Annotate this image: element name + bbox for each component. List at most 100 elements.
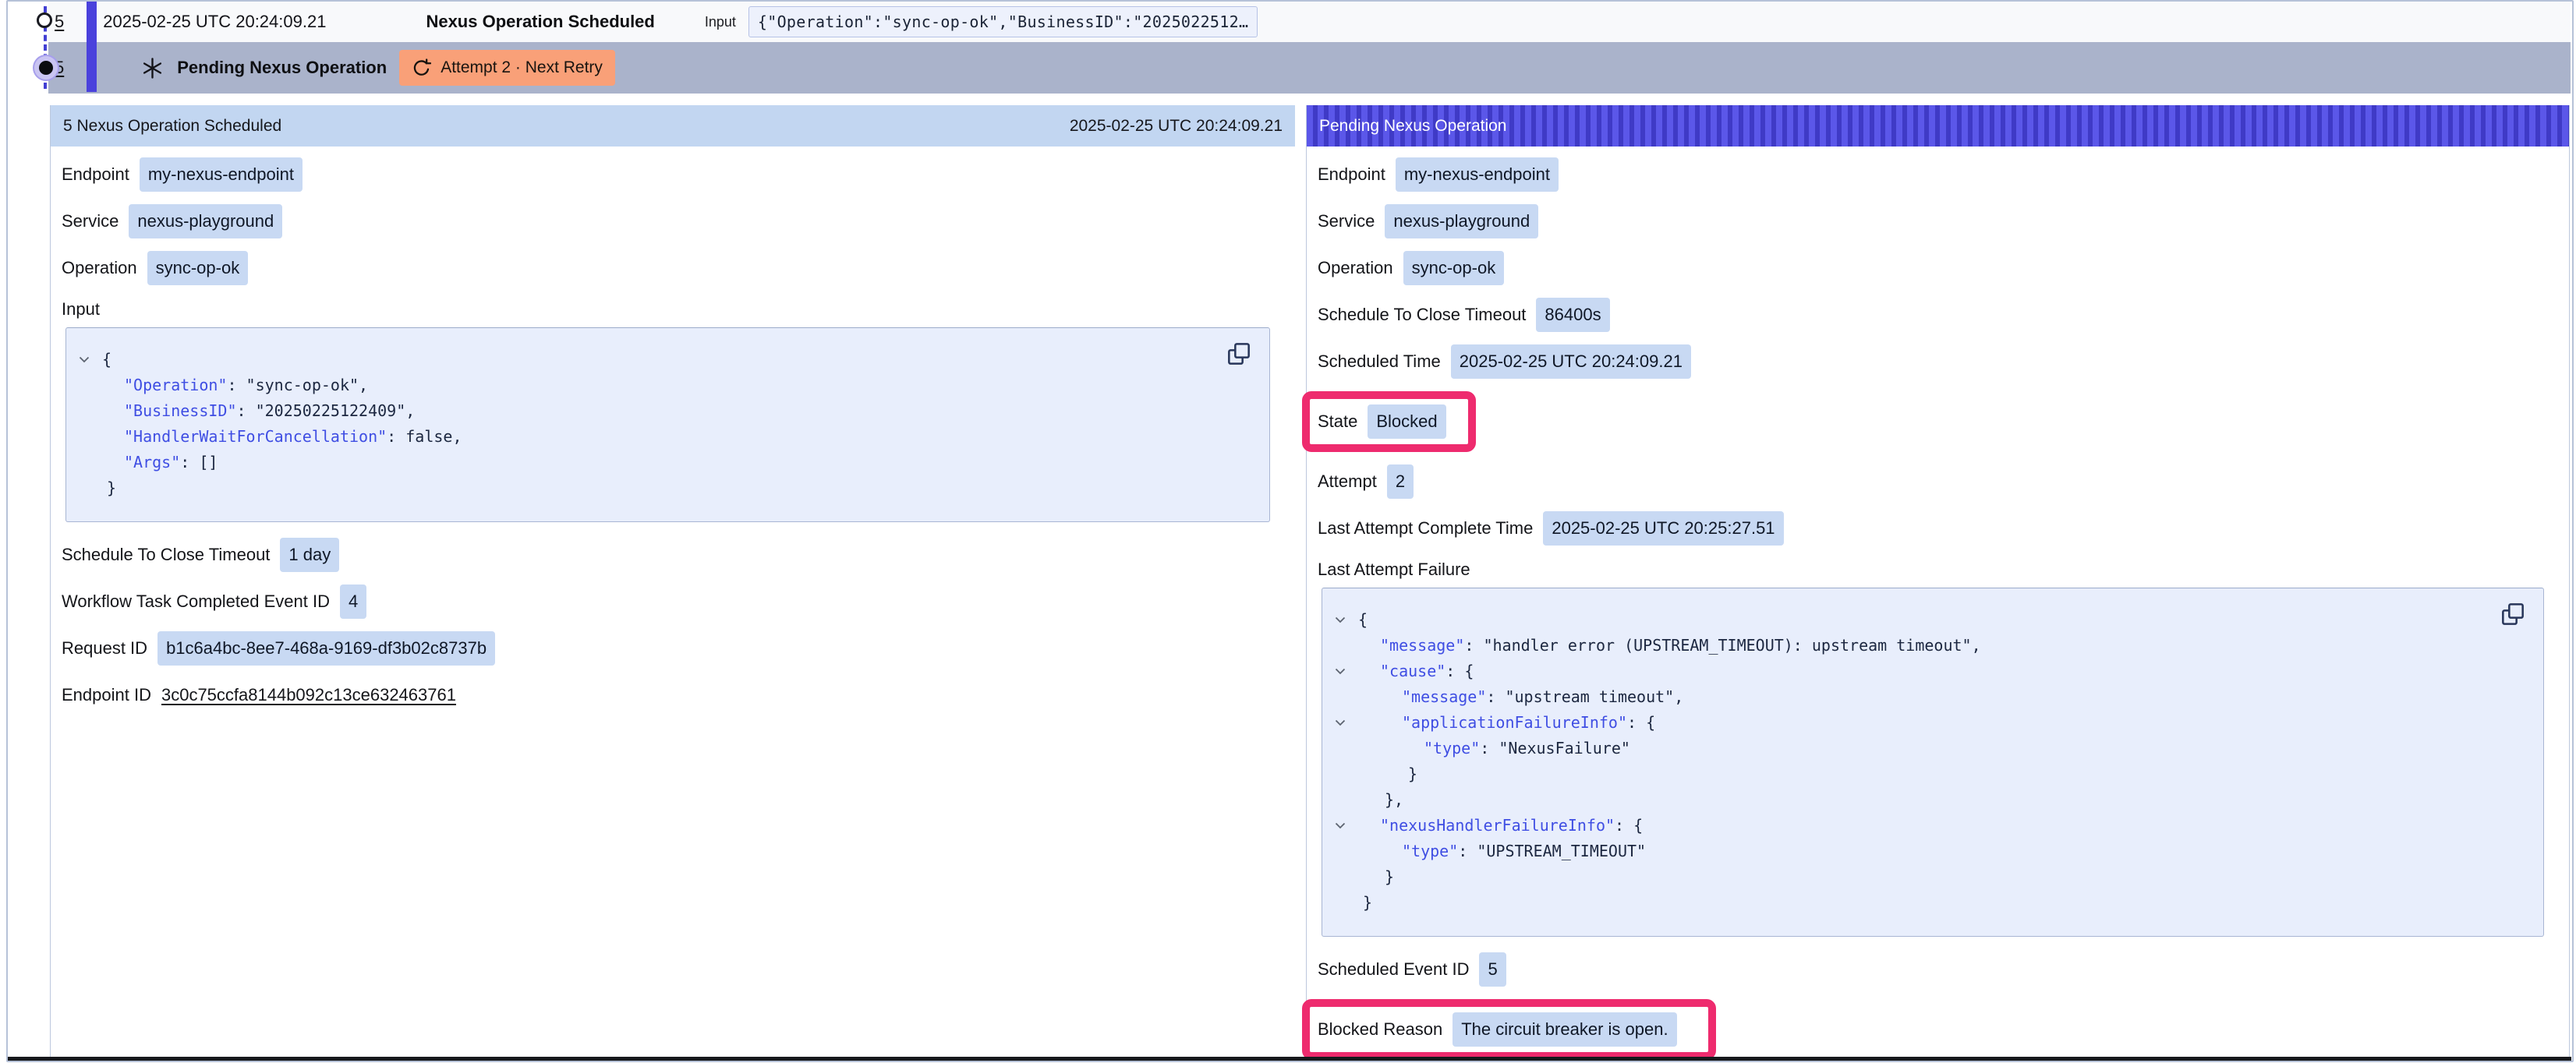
json-line: } — [1329, 761, 2489, 787]
field-label: Service — [1318, 211, 1375, 231]
field-label: Schedule To Close Timeout — [1318, 305, 1526, 325]
scheduled-panel-body: Endpoint my-nexus-endpoint Service nexus… — [51, 147, 1295, 712]
event-rows: 5 2025-02-25 UTC 20:24:09.21 Nexus Opera… — [48, 2, 2571, 94]
json-line: "cause": { — [1329, 659, 2489, 684]
json-value: : "upstream timeout", — [1486, 687, 1683, 706]
json-line: "Args": [] — [73, 450, 1215, 475]
nexus-operation-scheduled-panel: 5 Nexus Operation Scheduled 2025-02-25 U… — [50, 105, 1295, 1057]
json-key: "BusinessID" — [124, 401, 237, 420]
field-label: Blocked Reason — [1318, 1019, 1442, 1040]
input-section-label: Input — [62, 299, 1283, 320]
field-value-badge: 5 — [1479, 952, 1506, 987]
field-value-badge: 2 — [1387, 464, 1414, 499]
field-value-badge: sync-op-ok — [147, 251, 249, 285]
field-label: Attempt — [1318, 471, 1377, 492]
field-operation: Operation sync-op-ok — [62, 251, 1283, 285]
field-label: Operation — [1318, 258, 1393, 278]
copy-icon[interactable] — [1226, 341, 1252, 367]
field-value-badge: 86400s — [1536, 298, 1609, 332]
pending-panel-body: Endpoint my-nexus-endpoint Service nexus… — [1307, 147, 2569, 1060]
panel-gap — [1295, 105, 1306, 1057]
event-id-link[interactable]: 5 — [55, 58, 64, 78]
json-value: : "20250225122409", — [237, 401, 416, 420]
copy-icon[interactable] — [2500, 601, 2526, 627]
retry-icon — [412, 58, 431, 78]
collapse-chevron-icon[interactable] — [1329, 813, 1352, 839]
event-id-link[interactable]: 5 — [55, 12, 64, 32]
field-value-badge: nexus-playground — [129, 204, 282, 238]
field-endpoint: Endpoint my-nexus-endpoint — [1318, 157, 2557, 192]
json-value: : [] — [180, 453, 218, 471]
field-workflow-task-completed-event-id: Workflow Task Completed Event ID 4 — [62, 584, 1283, 619]
field-label: Endpoint — [1318, 164, 1385, 185]
field-value-badge: nexus-playground — [1385, 204, 1538, 238]
field-state: State Blocked — [1318, 391, 2557, 452]
field-request-id: Request ID b1c6a4bc-8ee7-468a-9169-df3b0… — [62, 631, 1283, 666]
pending-nexus-operation-panel: Pending Nexus Operation Endpoint my-nexu… — [1306, 105, 2570, 1057]
event-title: Nexus Operation Scheduled — [426, 12, 654, 32]
json-line: { — [1329, 607, 2489, 633]
field-label: Scheduled Event ID — [1318, 959, 1469, 980]
field-last-attempt-complete-time: Last Attempt Complete Time 2025-02-25 UT… — [1318, 511, 2557, 546]
json-line: "message": "upstream timeout", — [1329, 684, 2489, 710]
field-value-badge: 2025-02-25 UTC 20:24:09.21 — [1451, 344, 1691, 379]
event-group-accent-bar — [87, 2, 97, 92]
json-text: } — [1352, 890, 1372, 916]
event-row-nexus-operation-scheduled[interactable]: 5 2025-02-25 UTC 20:24:09.21 Nexus Opera… — [48, 2, 2571, 42]
json-value: : "handler error (UPSTREAM_TIMEOUT): ups… — [1464, 636, 1980, 655]
json-line: "type": "UPSTREAM_TIMEOUT" — [1329, 839, 2489, 864]
endpoint-id-link[interactable]: 3c0c75ccfa8144b092c13ce632463761 — [161, 685, 456, 705]
json-value: : "sync-op-ok", — [227, 376, 368, 394]
scheduled-panel-header[interactable]: 5 Nexus Operation Scheduled 2025-02-25 U… — [51, 105, 1295, 147]
json-value: : { — [1445, 662, 1474, 680]
field-value-badge: sync-op-ok — [1403, 251, 1505, 285]
collapse-chevron-icon[interactable] — [1329, 710, 1352, 736]
field-label: Operation — [62, 258, 137, 278]
json-line: "Operation": "sync-op-ok", — [73, 373, 1215, 398]
blocked-reason-highlight-box: Blocked Reason The circuit breaker is op… — [1302, 999, 1716, 1060]
json-line: "applicationFailureInfo": { — [1329, 710, 2489, 736]
json-key: "type" — [1424, 739, 1480, 758]
scheduled-panel-timestamp: 2025-02-25 UTC 20:24:09.21 — [1070, 117, 1283, 136]
json-line: }, — [1329, 787, 2489, 813]
field-label: State — [1318, 411, 1357, 432]
json-line: } — [1329, 890, 2489, 916]
timeline-filled-circle-marker — [39, 61, 53, 75]
json-key: "HandlerWaitForCancellation" — [124, 427, 387, 446]
field-label: Endpoint ID — [62, 685, 151, 705]
field-service: Service nexus-playground — [1318, 204, 2557, 238]
json-text: { — [96, 347, 111, 373]
field-schedule-to-close-timeout: Schedule To Close Timeout 1 day — [62, 538, 1283, 572]
collapse-chevron-icon[interactable] — [1329, 607, 1352, 633]
json-key: "message" — [1380, 636, 1464, 655]
expanded-event-detail: 5 Nexus Operation Scheduled 2025-02-25 U… — [50, 105, 2570, 1057]
attempt-retry-badge: Attempt 2 · Next Retry — [399, 50, 615, 86]
event-row-pending-nexus-operation[interactable]: 5 Pending Nexus Operation Attempt 2 · Ne… — [48, 42, 2571, 94]
json-text: } — [1352, 761, 1417, 787]
event-history-screen: 5 2025-02-25 UTC 20:24:09.21 Nexus Opera… — [0, 0, 2576, 1063]
json-text: }, — [1352, 787, 1403, 813]
collapse-chevron-icon[interactable] — [1329, 659, 1352, 684]
field-label: Scheduled Time — [1318, 351, 1441, 372]
field-label: Workflow Task Completed Event ID — [62, 592, 330, 612]
json-line: "BusinessID": "20250225122409", — [73, 398, 1215, 424]
collapse-chevron-icon[interactable] — [73, 347, 96, 373]
json-line: "HandlerWaitForCancellation": false, — [73, 424, 1215, 450]
field-endpoint-id: Endpoint ID 3c0c75ccfa8144b092c13ce63246… — [62, 678, 1283, 712]
field-label: Service — [62, 211, 119, 231]
field-scheduled-time: Scheduled Time 2025-02-25 UTC 20:24:09.2… — [1318, 344, 2557, 379]
json-key: "message" — [1402, 687, 1486, 706]
field-schedule-to-close-timeout: Schedule To Close Timeout 86400s — [1318, 298, 2557, 332]
input-json-viewer: { "Operation": "sync-op-ok", "BusinessID… — [65, 327, 1270, 522]
json-line: "message": "handler error (UPSTREAM_TIME… — [1329, 633, 2489, 659]
json-key: "nexusHandlerFailureInfo" — [1380, 816, 1615, 835]
blocked-reason-value-badge: The circuit breaker is open. — [1453, 1012, 1676, 1047]
field-blocked-reason: Blocked Reason The circuit breaker is op… — [1318, 999, 2557, 1060]
json-key: "applicationFailureInfo" — [1402, 713, 1627, 732]
json-value: : "UPSTREAM_TIMEOUT" — [1458, 842, 1646, 860]
field-value-badge: 1 day — [280, 538, 339, 572]
field-value-badge: 2025-02-25 UTC 20:25:27.51 — [1543, 511, 1783, 546]
pending-panel-title: Pending Nexus Operation — [1319, 117, 1507, 136]
field-label: Last Attempt Complete Time — [1318, 518, 1533, 539]
input-preview-chip[interactable]: {"Operation":"sync-op-ok","BusinessID":"… — [748, 6, 1258, 37]
